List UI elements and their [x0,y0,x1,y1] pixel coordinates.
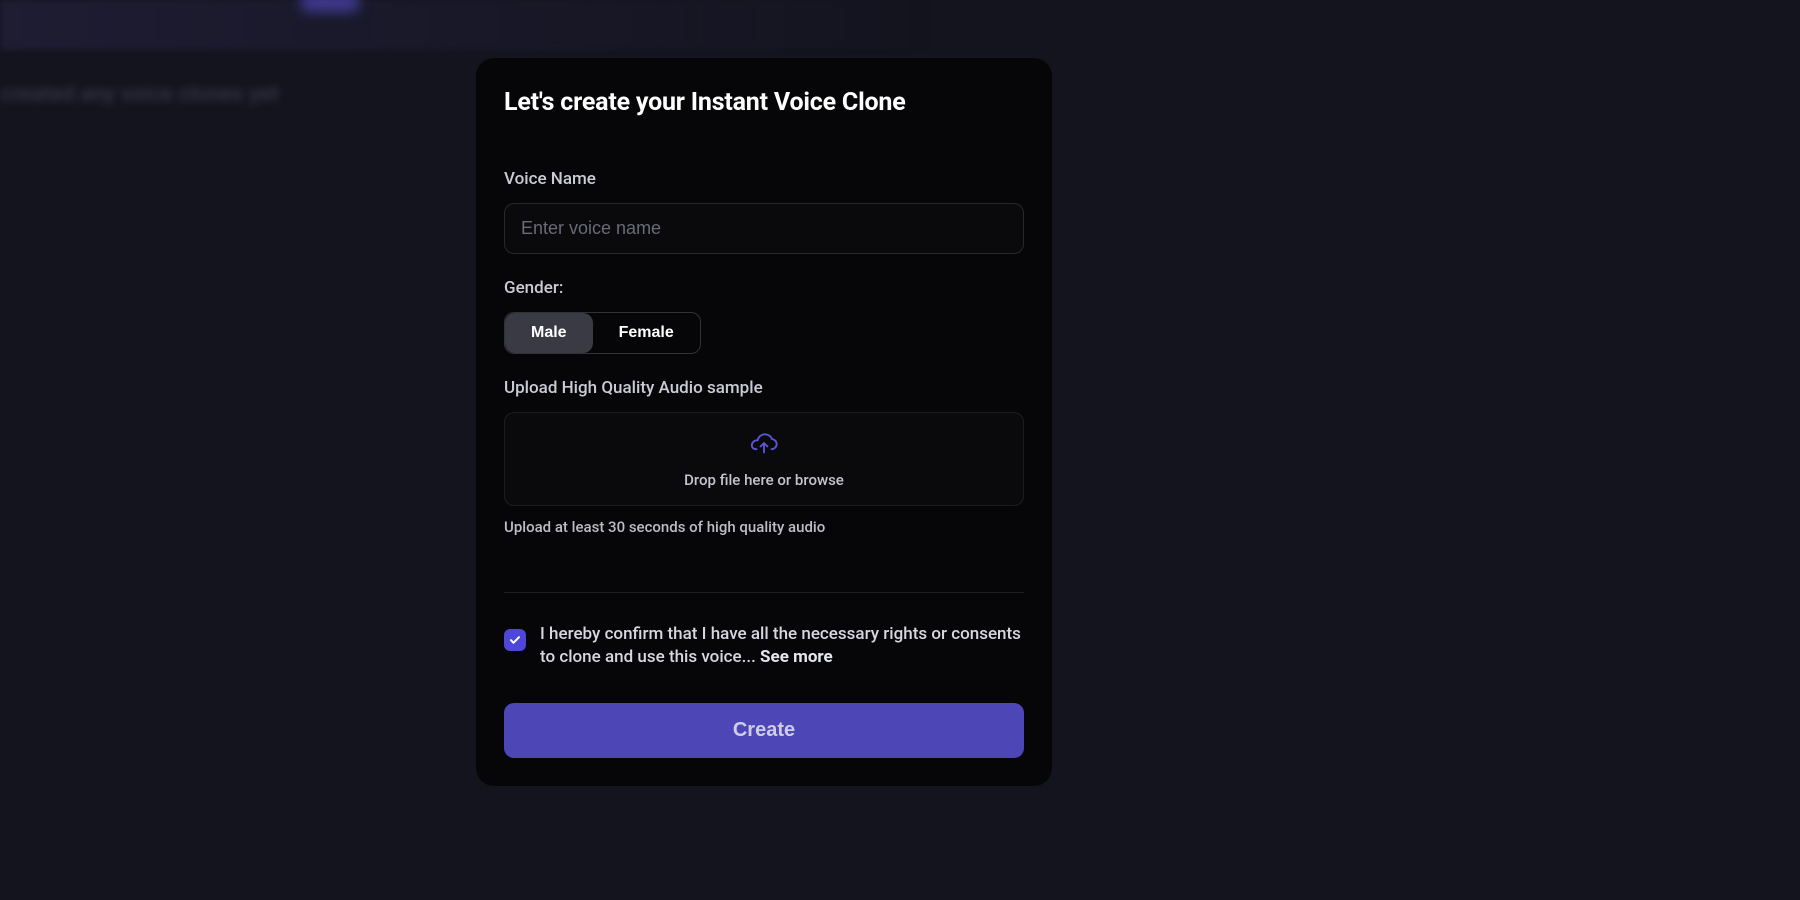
create-button[interactable]: Create [504,703,1024,758]
voice-name-input[interactable] [504,203,1024,254]
consent-text: I hereby confirm that I have all the nec… [540,623,1024,669]
voice-name-label: Voice Name [504,169,1024,189]
upload-label: Upload High Quality Audio sample [504,378,1024,398]
background-ghost-text: created any voice clones yet [0,82,279,107]
voice-clone-modal: Let's create your Instant Voice Clone Vo… [476,58,1052,786]
cloud-upload-icon [749,431,779,461]
background-accent-blur [300,0,360,12]
see-more-link[interactable]: See more [760,647,833,667]
consent-checkbox[interactable] [504,629,526,651]
gender-toggle-group: Male Female [504,312,701,354]
gender-label: Gender: [504,278,1024,298]
dropzone-text: Drop file here or browse [684,471,844,489]
upload-dropzone[interactable]: Drop file here or browse [504,412,1024,506]
gender-option-female[interactable]: Female [593,313,700,353]
background-header-blur [0,0,940,50]
divider [504,592,1024,593]
gender-option-male[interactable]: Male [505,313,593,353]
modal-title: Let's create your Instant Voice Clone [504,88,1024,117]
check-icon [509,634,521,646]
upload-hint: Upload at least 30 seconds of high quali… [504,518,1024,536]
consent-row: I hereby confirm that I have all the nec… [504,623,1024,669]
